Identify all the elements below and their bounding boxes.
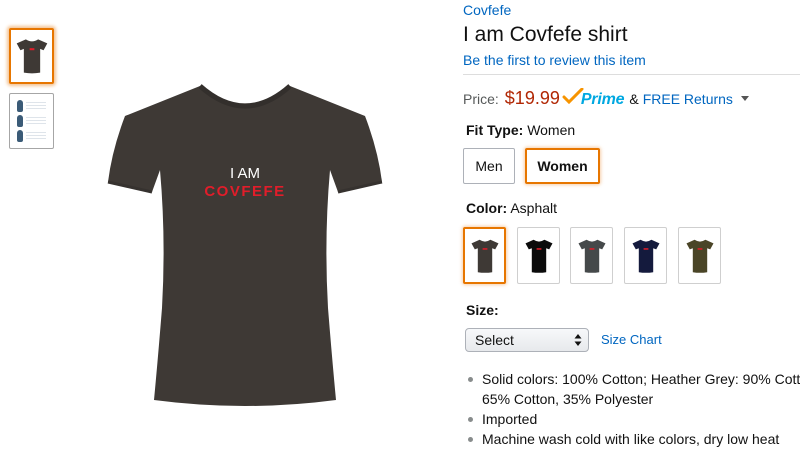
prime-label: Prime — [580, 91, 625, 108]
product-details: Covfefe I am Covfefe shirt Be the first … — [463, 0, 800, 450]
free-returns-link[interactable]: FREE Returns — [643, 91, 733, 107]
prime-badge: Prime — [562, 88, 625, 109]
color-swatch-asphalt[interactable] — [463, 227, 506, 284]
bullet-imported: Imported — [467, 409, 800, 429]
fit-type-label: Fit Type: — [466, 122, 524, 138]
caret-down-icon[interactable] — [740, 96, 749, 101]
fit-type-label-row: Fit Type: Women — [466, 122, 575, 138]
bullet-fabric-cont: 65% Cotton, 35% Polyester — [482, 391, 654, 407]
fit-women-button[interactable]: Women — [525, 148, 600, 184]
shirt-body — [108, 86, 382, 406]
color-swatch-dark-grey[interactable] — [570, 227, 613, 284]
color-swatch-olive[interactable] — [678, 227, 721, 284]
brand-link[interactable]: Covfefe — [463, 2, 511, 18]
product-page: I AM COVFEFE Covfefe I am Covfefe shirt … — [0, 0, 800, 450]
thumbnail-variants[interactable] — [9, 93, 54, 149]
color-selected: Asphalt — [510, 200, 558, 216]
size-select-value: Select — [475, 332, 514, 348]
size-label: Size: — [466, 302, 499, 318]
ampersand: & — [629, 91, 639, 107]
review-link[interactable]: Be the first to review this item — [463, 52, 646, 68]
bullet-fabric: Solid colors: 100% Cotton; Heather Grey:… — [467, 369, 800, 389]
feature-bullets: Solid colors: 100% Cotton; Heather Grey:… — [467, 369, 800, 449]
shirt-print-line1: I AM — [230, 165, 260, 182]
fit-type-selected: Women — [527, 122, 576, 138]
size-chart-link[interactable]: Size Chart — [601, 332, 662, 347]
main-product-image[interactable]: I AM COVFEFE — [100, 78, 390, 408]
variants-thumbnail-image — [17, 100, 46, 142]
price-row: Price: $19.99 Prime & FREE Returns — [463, 88, 749, 110]
color-swatch-navy[interactable] — [624, 227, 667, 284]
fit-men-button[interactable]: Men — [463, 148, 515, 184]
bullet-care: Machine wash cold with like colors, dry … — [467, 429, 800, 449]
shirt-print-line2: COVFEFE — [204, 183, 285, 200]
divider — [463, 74, 800, 75]
price-value: $19.99 — [504, 88, 560, 108]
product-title: I am Covfefe shirt — [463, 23, 628, 46]
size-select[interactable]: Select — [465, 328, 589, 352]
updown-arrows-icon — [574, 334, 582, 346]
color-swatch-black[interactable] — [517, 227, 560, 284]
price-label: Price: — [463, 91, 499, 107]
color-label: Color: — [466, 200, 508, 216]
shirt-thumbnail-image — [16, 39, 47, 74]
color-label-row: Color: Asphalt — [466, 200, 557, 216]
thumbnail-front[interactable] — [9, 28, 54, 84]
